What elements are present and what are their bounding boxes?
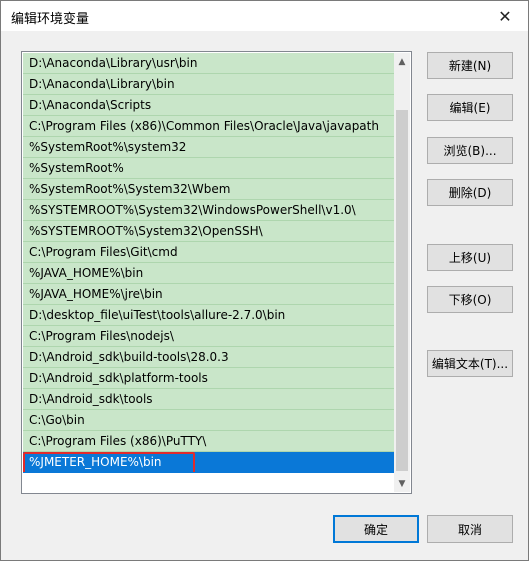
path-item-text: D:\Android_sdk\build-tools\28.0.3 (29, 350, 229, 364)
path-item[interactable]: D:\Android_sdk\build-tools\28.0.3 (23, 347, 394, 368)
path-item[interactable]: %SystemRoot%\system32 (23, 137, 394, 158)
path-item[interactable]: C:\Program Files\Git\cmd (23, 242, 394, 263)
path-item[interactable]: C:\Program Files\nodejs\ (23, 326, 394, 347)
path-item-text: D:\Android_sdk\platform-tools (29, 371, 208, 385)
path-item[interactable]: %SystemRoot%\System32\Wbem (23, 179, 394, 200)
path-item[interactable]: %SYSTEMROOT%\System32\OpenSSH\ (23, 221, 394, 242)
path-item-text: C:\Program Files\nodejs\ (29, 329, 174, 343)
path-item[interactable]: %SYSTEMROOT%\System32\WindowsPowerShell\… (23, 200, 394, 221)
path-item-text: D:\Anaconda\Library\usr\bin (29, 56, 198, 70)
path-item-text: %SYSTEMROOT%\System32\OpenSSH\ (29, 224, 263, 238)
path-item-text: %JMETER_HOME%\bin (29, 455, 162, 469)
delete-button[interactable]: 删除(D) (427, 179, 513, 206)
path-item[interactable]: D:\Android_sdk\tools (23, 389, 394, 410)
move-down-button[interactable]: 下移(O) (427, 286, 513, 313)
edit-text-button[interactable]: 编辑文本(T)... (427, 350, 513, 377)
ok-button[interactable]: 确定 (333, 515, 419, 543)
path-item[interactable]: D:\Anaconda\Scripts (23, 95, 394, 116)
path-item[interactable]: %SystemRoot% (23, 158, 394, 179)
path-item[interactable]: C:\Program Files (x86)\Common Files\Orac… (23, 116, 394, 137)
path-item-text: D:\Anaconda\Scripts (29, 98, 152, 112)
new-button[interactable]: 新建(N) (427, 52, 513, 79)
close-icon[interactable]: ✕ (482, 1, 528, 31)
path-item[interactable]: D:\desktop_file\uiTest\tools\allure-2.7.… (23, 305, 394, 326)
browse-button[interactable]: 浏览(B)... (427, 137, 513, 164)
path-list[interactable]: D:\Anaconda\Library\usr\bin D:\Anaconda\L… (21, 51, 412, 494)
path-item[interactable]: D:\Android_sdk\platform-tools (23, 368, 394, 389)
path-item[interactable]: D:\Anaconda\Library\usr\bin (23, 53, 394, 74)
path-item-text: %JAVA_HOME%\bin (29, 266, 144, 280)
path-item[interactable]: C:\Go\bin (23, 410, 394, 431)
move-up-button[interactable]: 上移(U) (427, 244, 513, 271)
scroll-down-icon[interactable]: ▼ (394, 475, 410, 492)
path-item-text: D:\Anaconda\Library\bin (29, 77, 175, 91)
dialog-title: 编辑环境变量 (11, 12, 90, 27)
path-item-text: C:\Go\bin (29, 413, 85, 427)
path-item-selected[interactable]: %JMETER_HOME%\bin (23, 452, 394, 473)
path-item[interactable]: C:\Program Files (x86)\PuTTY\ (23, 431, 394, 452)
scroll-up-icon[interactable]: ▲ (394, 53, 410, 70)
path-item-text: %SystemRoot%\system32 (29, 140, 187, 154)
path-item-text: %SYSTEMROOT%\System32\WindowsPowerShell\… (29, 203, 356, 217)
path-item-text: %JAVA_HOME%\jre\bin (29, 287, 163, 301)
path-item[interactable]: D:\Anaconda\Library\bin (23, 74, 394, 95)
title-bar: 编辑环境变量 ✕ (1, 1, 528, 31)
path-item-text: D:\desktop_file\uiTest\tools\allure-2.7.… (29, 308, 286, 322)
path-item-text: D:\Android_sdk\tools (29, 392, 153, 406)
path-item-text: %SystemRoot% (29, 161, 124, 175)
path-item-text: C:\Program Files (x86)\Common Files\Orac… (29, 119, 379, 133)
path-item-text: %SystemRoot%\System32\Wbem (29, 182, 231, 196)
scroll-thumb[interactable] (396, 110, 408, 471)
path-list-rows: D:\Anaconda\Library\usr\bin D:\Anaconda\L… (23, 53, 394, 492)
cancel-button[interactable]: 取消 (427, 515, 513, 543)
vertical-scrollbar[interactable]: ▲ ▼ (394, 53, 410, 492)
path-item[interactable]: %JAVA_HOME%\bin (23, 263, 394, 284)
path-item-text: C:\Program Files\Git\cmd (29, 245, 178, 259)
edit-env-var-dialog: 编辑环境变量 ✕ D:\Anaconda\Library\usr\bin D:\A… (0, 0, 529, 561)
edit-button[interactable]: 编辑(E) (427, 94, 513, 121)
path-item[interactable]: %JAVA_HOME%\jre\bin (23, 284, 394, 305)
path-item-text: C:\Program Files (x86)\PuTTY\ (29, 434, 207, 448)
